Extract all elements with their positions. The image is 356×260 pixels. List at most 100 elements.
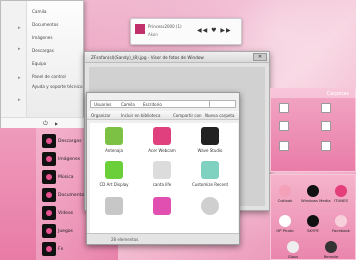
shortcut-item[interactable]: Facebook [329,215,353,233]
start-menu-places: Camila Documentos Imágenes Descargas Equ… [30,5,83,96]
folder-icon[interactable] [279,103,289,113]
breadcrumb-camila[interactable]: Camila [121,102,135,107]
folder-icon[interactable] [321,121,331,131]
start-item-ayuda[interactable]: Ayuda y soporte técnico [30,83,83,96]
album-cover [135,24,145,34]
app-label: Fx [58,246,64,252]
item-count: 28 elementos [111,237,139,242]
shortcut-label: Glass [287,254,299,259]
start-item-equipo[interactable]: Equipo [30,57,82,70]
explorer-window: Usuarios Camila Escritorio Organizar Inc… [86,92,240,245]
shortcut-label: Windows Media [301,198,331,203]
bandage-icon [201,161,219,179]
viewer-close-button[interactable]: ✕ [253,53,267,61]
file-name: canta life [152,182,172,187]
file-item[interactable]: Wave Studio [190,127,230,153]
glass-icon [287,241,299,253]
start-menu: ▸ ▸ ▸ ▸ Camila Documentos Imágenes Desca… [0,0,85,130]
shortcut-item[interactable]: Windows Media [301,185,331,203]
shortcut-item[interactable]: Remote [319,241,343,259]
file-item[interactable]: CD Art Display [94,161,134,187]
submenu-arrow-icon[interactable]: ▸ [18,46,21,52]
music-player-widget: Princess2000 (1) Akon ◀◀ ♥ ▶▶ [130,18,242,45]
videos-icon [42,206,56,220]
file-item[interactable]: Antenaja [94,127,134,153]
breadcrumb-usuarios[interactable]: Usuarios [94,102,111,107]
app-label: Documentos [58,192,87,198]
breadcrumb-escritorio[interactable]: Escritorio [143,102,162,107]
file-list: Antenaja Acer Webcam Wave Studio CD Art … [90,123,238,233]
toolbar-nueva-carpeta[interactable]: Nueva carpeta [205,113,234,118]
gem-icon [153,197,171,215]
shortcut-item[interactable]: Outlook [273,185,297,203]
file-name: Customize Recent [191,182,229,187]
start-item-camila[interactable]: Camila [30,5,82,18]
start-item-panel-de-control[interactable]: Panel de control [30,70,82,83]
file-item[interactable] [190,197,230,218]
downloads-icon [42,134,56,148]
folder-icon[interactable] [279,141,289,151]
file-item[interactable] [142,197,182,218]
app-label: Juegos [58,228,73,234]
address-bar[interactable]: Usuarios Camila Escritorio [90,100,210,108]
disc-icon [201,197,219,215]
app-label: Descargas [58,138,82,144]
chat-icon [153,161,171,179]
file-item[interactable]: canta life [142,161,182,187]
start-menu-program-list: ▸ ▸ ▸ ▸ [1,1,27,119]
music-icon [42,170,56,184]
toolbar-compartir[interactable]: Compartir con [173,113,202,118]
skype-icon [307,215,319,227]
folder-icon[interactable] [321,103,331,113]
games-icon [42,224,56,238]
submenu-arrow-icon[interactable]: ▸ [18,25,21,31]
file-item[interactable]: Acer Webcam [142,127,182,153]
carpetas-panel: Carpetas [270,88,356,172]
file-name: Acer Webcam [148,148,176,153]
pictures-icon [42,152,56,166]
carpetas-title: Carpetas [326,91,350,97]
shortcut-label: Remote [323,254,339,259]
folder-icon[interactable] [279,121,289,131]
track-artist: Akon [148,32,158,37]
photo-icon [279,215,291,227]
power-options-arrow-icon[interactable]: ▶ [55,121,58,126]
fx-icon [42,242,56,256]
shortcut-item[interactable]: SKYPE [301,215,325,233]
track-title: Princess2000 (1) [148,24,182,29]
submenu-arrow-icon[interactable]: ▸ [18,97,21,103]
file-name: CD Art Display [99,182,129,187]
shortcut-item[interactable]: HP Photo [273,215,297,233]
power-icon[interactable]: ⏻ [43,120,48,128]
start-item-documentos[interactable]: Documentos [30,18,82,31]
submenu-arrow-icon[interactable]: ▸ [18,75,21,81]
folder-icon[interactable] [321,141,331,151]
shortcut-label: Facebook [332,228,350,233]
shortcut-label: HP Photo [276,228,294,233]
frog-icon [105,161,123,179]
shortcut-item[interactable]: ITUNES [329,185,353,203]
toolbar-incluir[interactable]: Incluir en biblioteca [121,113,160,118]
shortcut-label: ITUNES [334,198,348,203]
shortcut-item[interactable]: Glass [281,241,305,259]
viewer-title: ZFsnfan(sl)(Sandy)_(8).jpg - Visor de fo… [91,55,204,60]
file-item[interactable] [94,197,134,218]
shortcut-label: Outlook [277,198,293,203]
status-bar: 28 elementos [87,233,239,244]
remote-icon [325,241,337,253]
app-label: Música [58,174,74,180]
shortcut-label: SKYPE [307,228,319,233]
toolbar-organizar[interactable]: Organizar [91,113,111,118]
search-input[interactable] [209,100,236,108]
app-label: Imágenes [58,156,81,162]
outlook-icon [279,185,291,197]
app-label: Vídeos [58,210,74,216]
file-item[interactable]: Customize Recent [190,161,230,187]
wmp-icon [307,185,319,197]
start-item-imagenes[interactable]: Imágenes [30,31,82,44]
player-controls[interactable]: ◀◀ ♥ ▶▶ [197,27,232,34]
app-item-fx[interactable]: Fx [42,240,92,258]
start-item-descargas[interactable]: Descargas [30,44,82,57]
app-item-juegos[interactable]: Juegos [42,222,92,240]
explorer-toolbar: Organizar Incluir en biblioteca Comparti… [87,111,239,120]
